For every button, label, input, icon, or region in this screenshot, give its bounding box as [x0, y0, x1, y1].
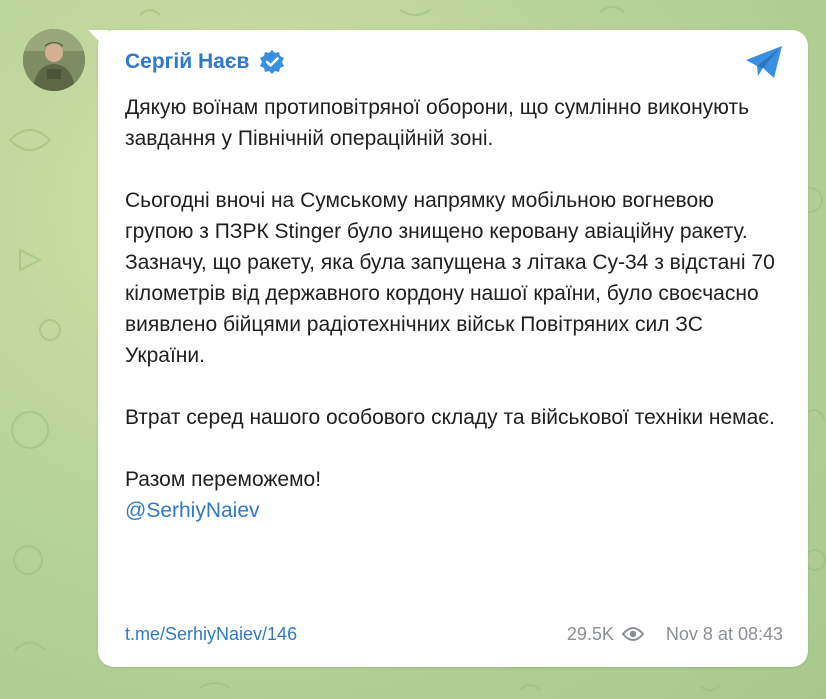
closing-line: Разом переможемо!: [125, 468, 322, 491]
telegram-plane-icon[interactable]: [744, 44, 784, 80]
author-mention-link[interactable]: @SerhiyNaiev: [125, 499, 260, 522]
view-count: 29.5K: [566, 623, 614, 644]
verified-badge-icon: [260, 50, 285, 74]
message-footer: t.me/SerhiyNaiev/146 29.5K Nov 8 at 08:4…: [125, 621, 783, 647]
eye-icon: [621, 627, 644, 641]
author-name[interactable]: Сергій Наєв: [125, 50, 249, 74]
author-avatar[interactable]: [23, 29, 85, 91]
post-link[interactable]: t.me/SerhiyNaiev/146: [125, 624, 297, 645]
avatar-photo: [23, 29, 85, 91]
message-meta: 29.5K Nov 8 at 08:43: [567, 624, 783, 645]
paragraph-1: Дякую воїнам протиповітряної оборони, що…: [125, 96, 750, 150]
message-text: Дякую воїнам протиповітряної оборони, що…: [125, 92, 785, 526]
paragraph-2: Сьогодні вночі на Сумському напрямку моб…: [125, 189, 775, 367]
paragraph-3: Втрат серед нашого особового складу та в…: [125, 406, 775, 429]
author-header: Сергій Наєв: [125, 49, 285, 75]
message-timestamp: Nov 8 at 08:43: [665, 623, 783, 644]
